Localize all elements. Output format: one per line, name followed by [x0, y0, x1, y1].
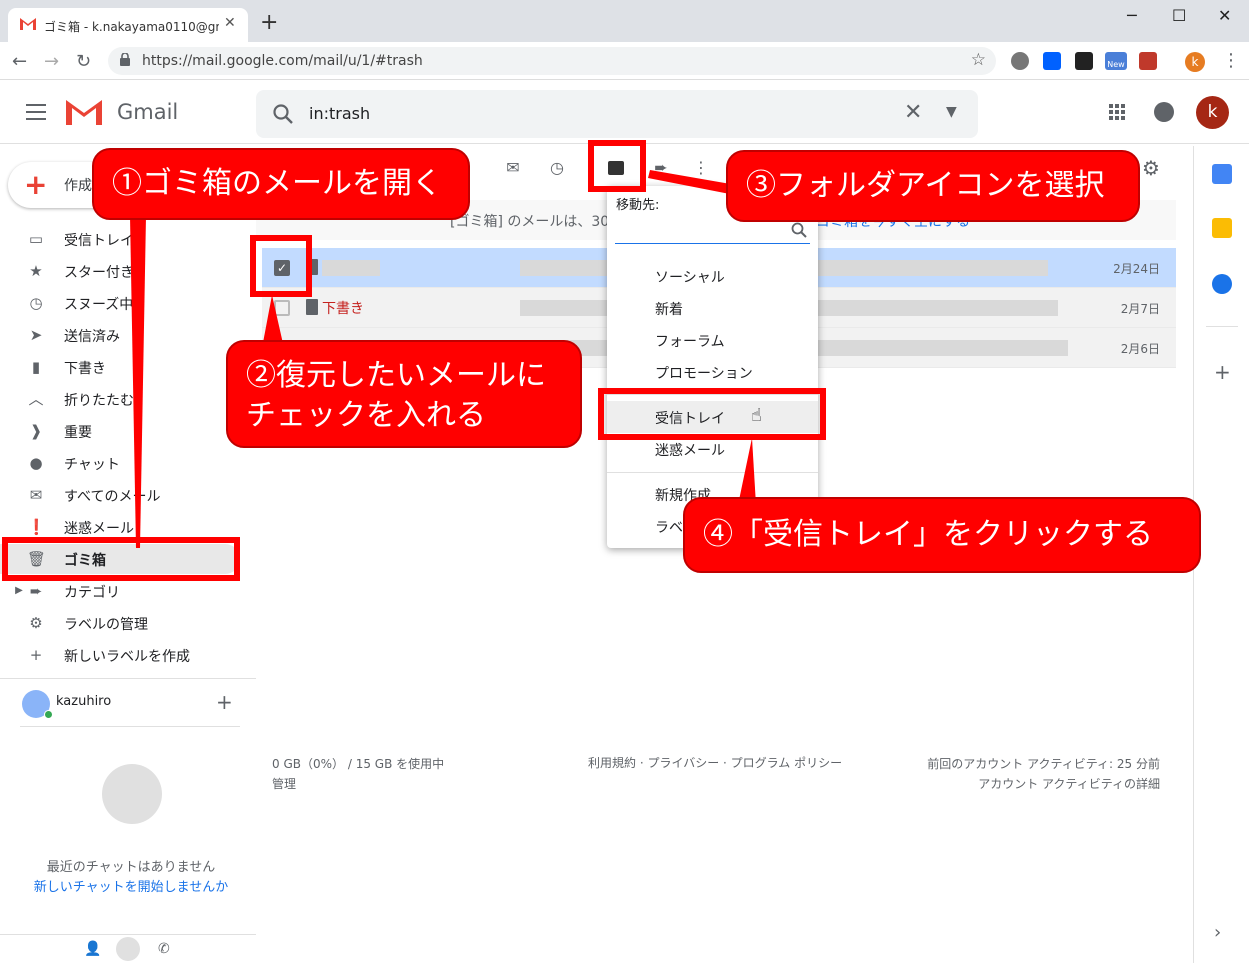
highlight-inbox-item	[598, 388, 826, 440]
pointer-line-step1	[130, 216, 146, 548]
annotation-step3: ③フォルダアイコンを選択	[726, 150, 1140, 222]
highlight-checkbox	[250, 235, 312, 297]
highlight-trash	[2, 537, 240, 581]
annotation-step2-line1: ②復元したいメールに	[246, 358, 546, 393]
pointer-line-step4	[738, 438, 756, 505]
annotation-step4: ④「受信トレイ」をクリックする	[683, 497, 1201, 573]
highlight-folder-icon	[588, 140, 646, 192]
annotation-step2-line2: チェックを入れる	[246, 398, 486, 433]
annotation-step1: ①ゴミ箱のメールを開く	[92, 148, 470, 220]
annotation-step2: ②復元したいメールに チェックを入れる	[226, 340, 582, 448]
